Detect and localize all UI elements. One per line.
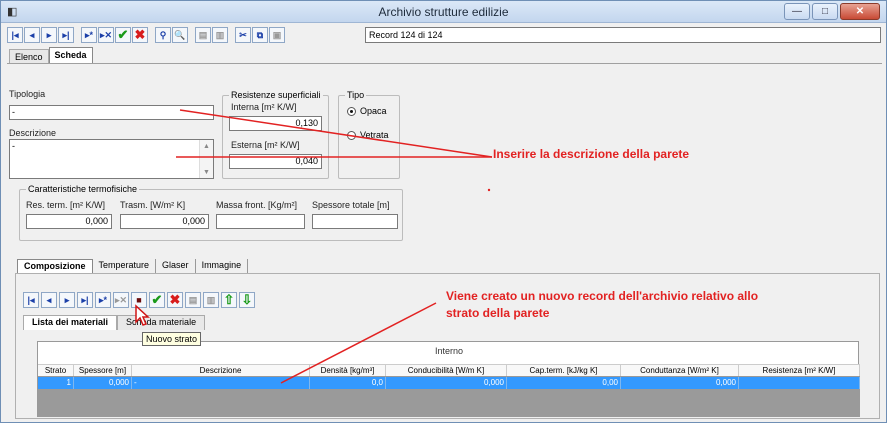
annotation-record-line2: strato della parete: [446, 306, 550, 320]
annotation-arrow-row: [280, 302, 437, 384]
annotation-dot: [487, 188, 491, 192]
annotation-descrizione: Inserire la descrizione della parete: [493, 147, 690, 161]
mouse-cursor-icon: [135, 304, 150, 326]
annotation-arrows: [135, 109, 493, 384]
annotation-arrow-tipologia: [179, 109, 493, 158]
annotation-record-line1: Viene creato un nuovo record dell'archiv…: [446, 289, 759, 303]
